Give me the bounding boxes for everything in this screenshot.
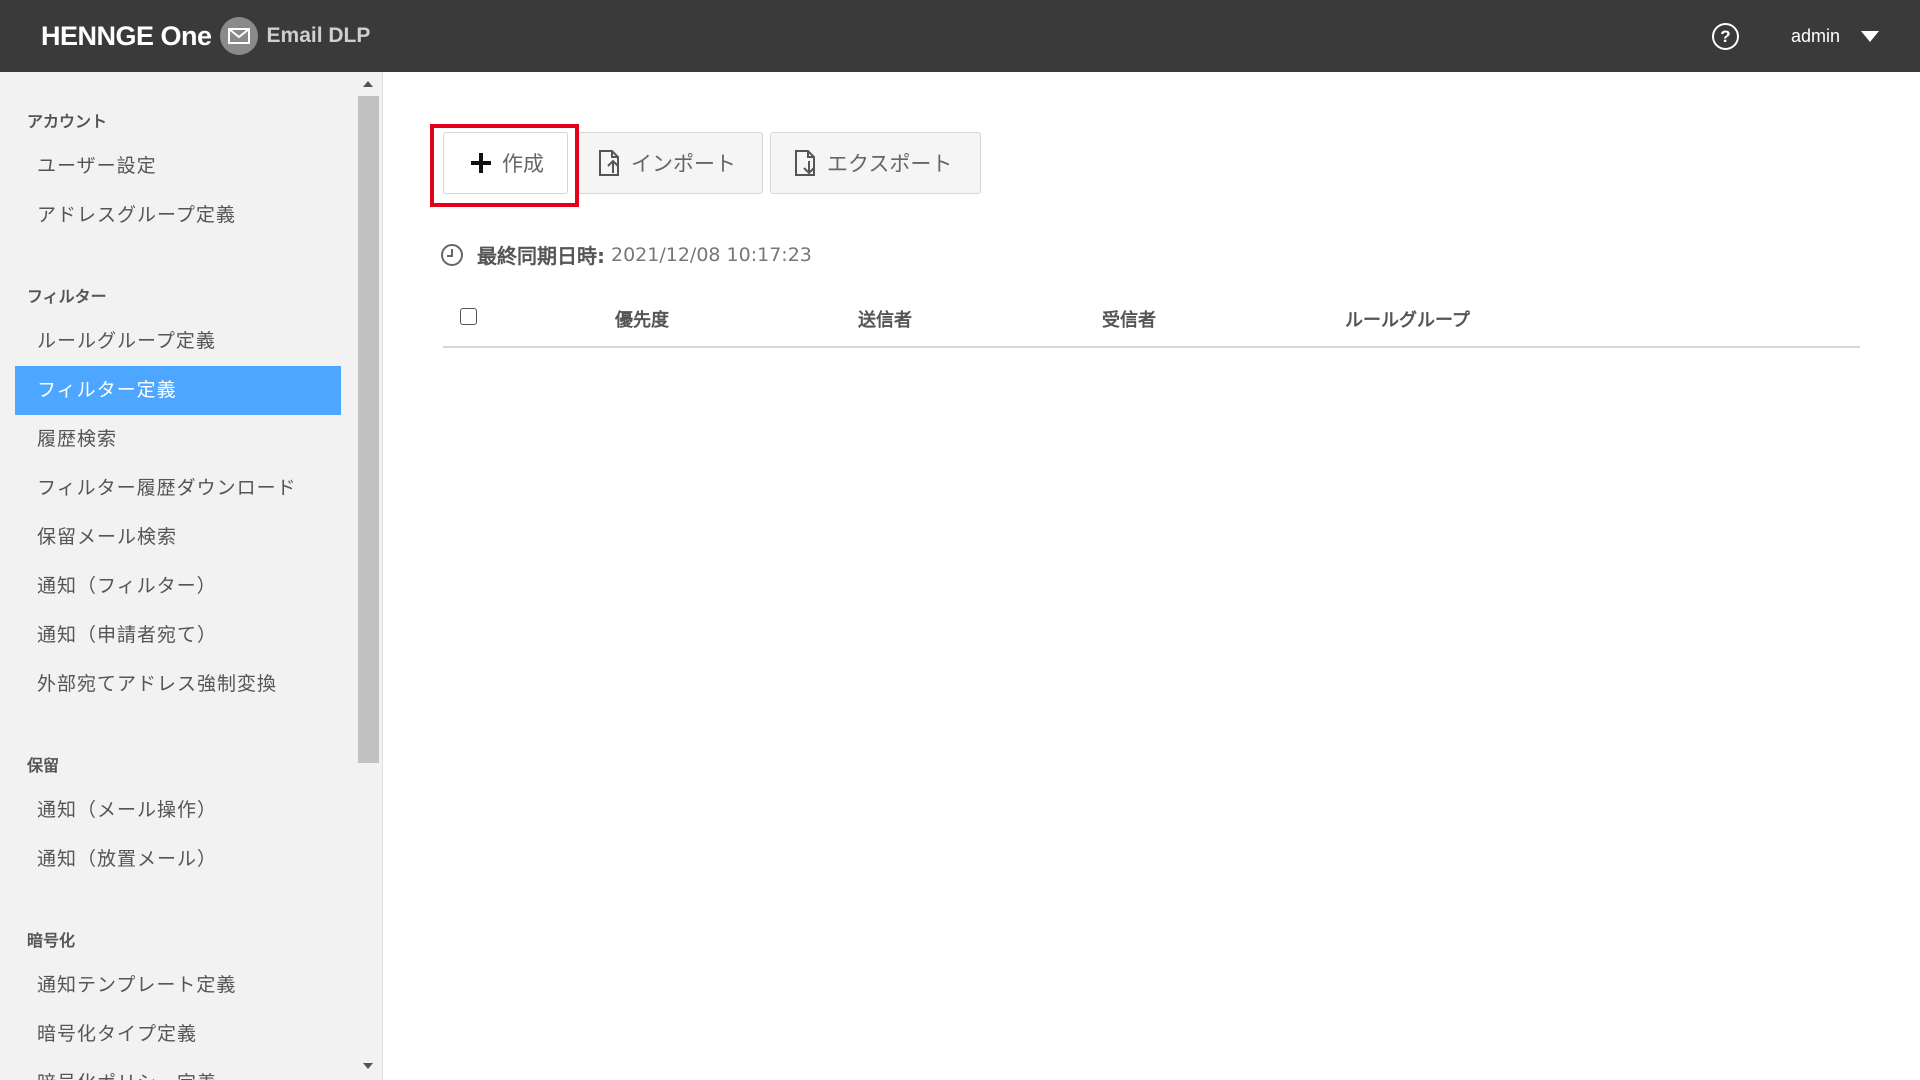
sidebar-item-notification-template[interactable]: 通知テンプレート定義 xyxy=(15,961,341,1010)
sidebar-item-history-search[interactable]: 履歴検索 xyxy=(15,415,341,464)
sidebar-item-notify-filter[interactable]: 通知（フィルター） xyxy=(15,562,341,611)
import-button[interactable]: インポート xyxy=(578,132,763,194)
mail-icon xyxy=(219,17,258,55)
create-button-highlight xyxy=(430,124,579,207)
top-bar: HENNGE One Email DLP ? admin xyxy=(0,0,1920,72)
product-name: Email DLP xyxy=(266,24,371,47)
column-header-rule-group[interactable]: ルールグループ xyxy=(1345,306,1470,332)
clock-icon xyxy=(441,243,463,266)
sidebar-item-user-settings[interactable]: ユーザー設定 xyxy=(15,142,341,191)
user-menu-name[interactable]: admin xyxy=(1791,26,1840,47)
sidebar: アカウント ユーザー設定 アドレスグループ定義 フィルター ルールグループ定義 … xyxy=(0,72,382,1080)
sidebar-item-filter-history-download[interactable]: フィルター履歴ダウンロード xyxy=(15,464,341,513)
column-header-priority[interactable]: 優先度 xyxy=(615,306,669,332)
sidebar-scrollbar-thumb[interactable] xyxy=(358,96,379,763)
section-title-encryption: 暗号化 xyxy=(27,931,76,950)
last-sync-info: 最終同期日時: 2021/12/08 10:17:23 xyxy=(441,240,812,269)
sidebar-item-external-address-conversion[interactable]: 外部宛てアドレス強制変換 xyxy=(15,660,341,709)
scroll-down-arrow-icon[interactable] xyxy=(363,1063,373,1069)
last-sync-value: 2021/12/08 10:17:23 xyxy=(611,243,812,266)
export-button-label: エクスポート xyxy=(827,152,953,176)
scroll-up-arrow-icon[interactable] xyxy=(363,81,373,87)
export-button[interactable]: エクスポート xyxy=(770,132,981,194)
filter-table: 優先度 送信者 受信者 ルールグループ xyxy=(443,296,1860,348)
select-all-checkbox[interactable] xyxy=(460,308,477,325)
chevron-down-icon[interactable] xyxy=(1861,31,1879,42)
sidebar-item-encryption-policy[interactable]: 暗号化ポリシー定義 xyxy=(15,1059,341,1080)
column-header-sender[interactable]: 送信者 xyxy=(858,306,912,332)
section-title-account: アカウント xyxy=(27,112,108,131)
table-header-row: 優先度 送信者 受信者 ルールグループ xyxy=(443,296,1860,348)
import-button-label: インポート xyxy=(631,152,736,176)
sidebar-item-encryption-type[interactable]: 暗号化タイプ定義 xyxy=(15,1010,341,1059)
sidebar-item-notify-mail-operation[interactable]: 通知（メール操作） xyxy=(15,786,341,835)
brand-logo[interactable]: HENNGE One Email DLP xyxy=(41,16,370,56)
column-header-recipient[interactable]: 受信者 xyxy=(1102,306,1156,332)
file-upload-icon xyxy=(597,149,623,177)
sidebar-item-filter-definition[interactable]: フィルター定義 xyxy=(15,366,341,415)
sidebar-item-address-group[interactable]: アドレスグループ定義 xyxy=(15,191,341,240)
sidebar-item-rule-group[interactable]: ルールグループ定義 xyxy=(15,317,341,366)
section-title-filter: フィルター xyxy=(27,287,107,306)
help-icon[interactable]: ? xyxy=(1712,23,1739,50)
sidebar-item-notify-applicant[interactable]: 通知（申請者宛て） xyxy=(15,611,341,660)
section-title-hold: 保留 xyxy=(27,756,60,775)
sidebar-item-held-mail-search[interactable]: 保留メール検索 xyxy=(15,513,341,562)
last-sync-label: 最終同期日時: xyxy=(477,244,605,268)
brand-name: HENNGE One xyxy=(41,20,212,51)
sidebar-divider xyxy=(382,72,383,1080)
sidebar-item-notify-abandoned-mail[interactable]: 通知（放置メール） xyxy=(15,835,341,884)
file-download-icon xyxy=(793,149,819,177)
